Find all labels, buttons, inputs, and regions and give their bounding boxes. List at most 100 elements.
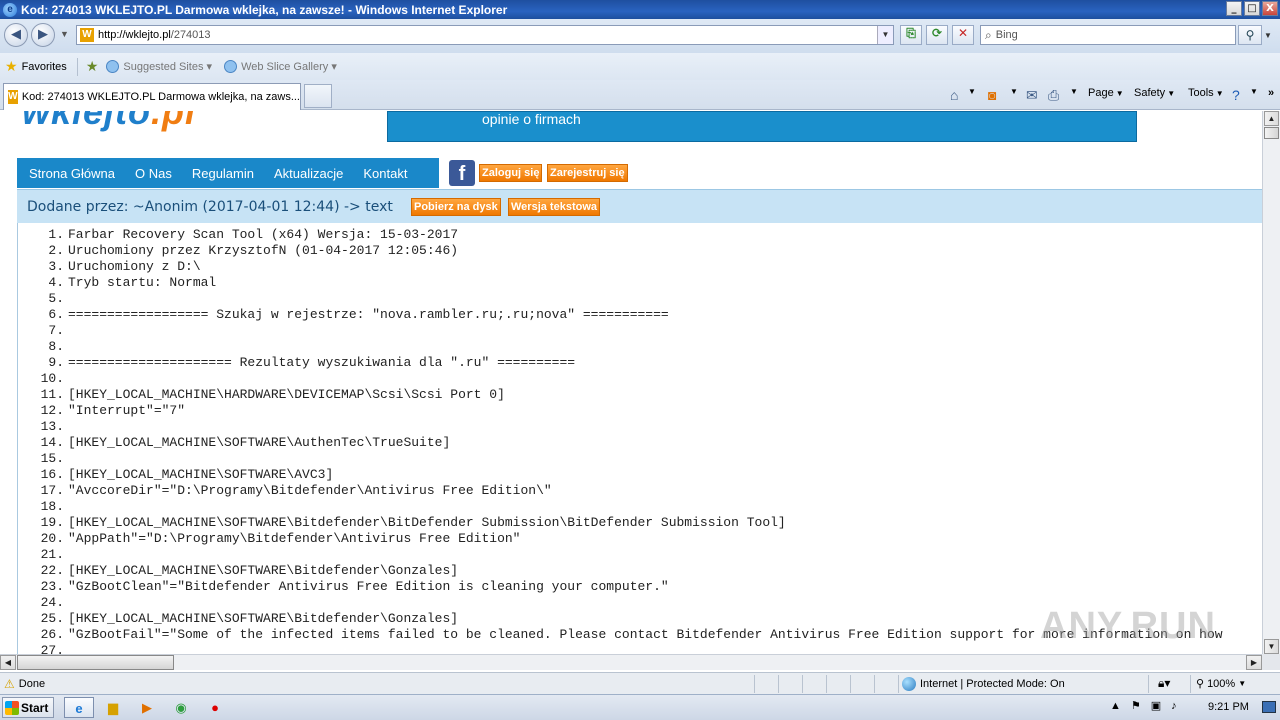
code-line: 25. [HKEY_LOCAL_MACHINE\SOFTWARE\Bitdefen… (18, 611, 458, 627)
safety-menu[interactable]: Safety ▼ (1134, 87, 1175, 99)
line-text (64, 451, 68, 466)
help-dropdown-icon[interactable]: ▼ (1250, 87, 1258, 96)
favorites-button[interactable]: Favorites (22, 61, 67, 73)
nav-home[interactable]: Strona Główna (29, 166, 115, 181)
register-button[interactable]: Zarejestruj się (547, 164, 628, 182)
address-dropdown-icon[interactable]: ▼ (877, 26, 893, 44)
compatibility-view-button[interactable]: ⎘ (900, 25, 922, 45)
line-number: 27. (40, 643, 64, 654)
start-button[interactable]: Start (2, 697, 54, 718)
page-content: wklejto.pl opinie o firmach Strona Główn… (0, 111, 1262, 654)
ad-banner[interactable]: opinie o firmach (387, 111, 1137, 142)
web-slice-gallery-button[interactable]: Web Slice Gallery ▾ (224, 60, 337, 73)
code-line: 19. [HKEY_LOCAL_MACHINE\SOFTWARE\Bitdefen… (18, 515, 786, 531)
suggested-sites-button[interactable]: Suggested Sites ▾ (106, 60, 212, 73)
recent-pages-dropdown-icon[interactable]: ▼ (60, 29, 69, 39)
tray-expand-icon[interactable]: ▲ (1110, 700, 1121, 712)
add-to-favorites-bar-icon[interactable]: ★ (86, 58, 99, 75)
taskbar-ie-icon[interactable]: e (64, 697, 94, 718)
favorites-star-icon[interactable]: ★ (5, 58, 18, 75)
nav-contact[interactable]: Kontakt (363, 166, 407, 181)
scroll-left-arrow-icon[interactable]: ◀ (0, 655, 16, 670)
tray-volume-icon[interactable]: ♪ (1171, 700, 1177, 712)
scroll-up-arrow-icon[interactable]: ▲ (1264, 111, 1279, 126)
zoom-dropdown-icon[interactable]: ▼ (1238, 679, 1246, 688)
search-input[interactable]: ⌕ Bing (980, 25, 1236, 45)
favorites-bar: ★ Favorites ★ Suggested Sites ▾ Web Slic… (0, 53, 1280, 80)
text-version-button[interactable]: Wersja tekstowa (508, 198, 601, 216)
line-text: ===================== Rezultaty wyszukiw… (68, 355, 576, 370)
home-icon[interactable]: ⌂ (950, 87, 958, 103)
url-text[interactable]: http://wklejto.pl/274013 (98, 29, 211, 41)
line-text (64, 595, 68, 610)
line-number: 10. (40, 371, 64, 386)
horizontal-scrollbar[interactable]: ◀ ▶ (0, 654, 1262, 670)
read-mail-icon[interactable]: ✉ (1026, 87, 1038, 104)
horizontal-scroll-thumb[interactable] (17, 655, 174, 670)
taskbar-antivirus-icon[interactable]: ● (200, 697, 230, 718)
bing-search-icon: ⌕ (985, 27, 992, 42)
back-button[interactable]: ◀ (4, 23, 28, 47)
taskbar-media-player-icon[interactable]: ▶ (132, 697, 162, 718)
address-toolbar: ◀ ▶ ▼ W http://wklejto.pl/274013 ▼ ⎘ ⟳ ✕… (0, 19, 1280, 53)
home-dropdown-icon[interactable]: ▼ (968, 87, 976, 96)
line-text (64, 323, 68, 338)
tab-active[interactable]: W Kod: 274013 WKLEJTO.PL Darmowa wklejka… (3, 83, 301, 110)
print-dropdown-icon[interactable]: ▼ (1070, 87, 1078, 96)
feeds-dropdown-icon[interactable]: ▼ (1010, 87, 1018, 96)
taskbar-explorer-icon[interactable]: ▆ (98, 697, 128, 718)
facebook-icon[interactable]: f (449, 160, 475, 186)
nav-updates[interactable]: Aktualizacje (274, 166, 343, 181)
line-number: 4. (48, 275, 64, 290)
vertical-scroll-thumb[interactable] (1264, 127, 1279, 139)
tray-flag-icon[interactable]: ⚑ (1131, 699, 1141, 712)
page-menu[interactable]: Page ▼ (1088, 87, 1124, 99)
protected-mode-lock-icon[interactable]: 🔒︎▾ (1158, 676, 1170, 691)
download-button[interactable]: Pobierz na dysk (411, 198, 501, 216)
refresh-button[interactable]: ⟳ (926, 25, 948, 45)
line-number: 14. (40, 435, 64, 450)
line-number: 13. (40, 419, 64, 434)
tools-menu[interactable]: Tools ▼ (1188, 87, 1224, 99)
line-text (64, 499, 68, 514)
login-button[interactable]: Zaloguj się (479, 164, 543, 182)
line-text: Uruchomiony z D:\ (68, 259, 201, 274)
site-logo[interactable]: wklejto.pl (22, 111, 196, 133)
show-desktop-button[interactable] (1262, 701, 1276, 713)
help-icon[interactable]: ? (1232, 87, 1240, 103)
line-number: 8. (48, 339, 64, 354)
system-tray: ▲ ⚑ ▣ ♪ (1110, 699, 1177, 713)
scroll-right-arrow-icon[interactable]: ▶ (1246, 655, 1262, 670)
print-icon[interactable]: ⎙ (1048, 87, 1059, 104)
security-zone[interactable]: Internet | Protected Mode: On (902, 677, 1065, 691)
more-commands-icon[interactable]: » (1268, 87, 1274, 99)
line-number: 22. (40, 563, 64, 578)
line-text: [HKEY_LOCAL_MACHINE\SOFTWARE\Bitdefender… (68, 611, 459, 626)
address-bar[interactable]: W http://wklejto.pl/274013 ▼ (76, 25, 894, 45)
search-button[interactable]: ⚲ (1238, 25, 1262, 45)
code-line: 15. (18, 451, 68, 467)
feeds-icon[interactable]: ◙ (988, 87, 996, 103)
taskbar-chrome-icon[interactable]: ◉ (166, 697, 196, 718)
vertical-scrollbar[interactable]: ▲ ▼ (1262, 111, 1280, 654)
maximize-button[interactable]: □ (1244, 1, 1260, 16)
line-number: 26. (40, 627, 64, 642)
taskbar-clock[interactable]: 9:21 PM (1208, 701, 1249, 713)
search-options-dropdown-icon[interactable]: ▼ (1264, 31, 1272, 40)
code-line: 22. [HKEY_LOCAL_MACHINE\SOFTWARE\Bitdefen… (18, 563, 458, 579)
tray-network-icon[interactable]: ▣ (1151, 699, 1161, 712)
zoom-level[interactable]: ⚲ 100% ▼ (1196, 677, 1246, 691)
line-number: 2. (48, 243, 64, 258)
code-line: 23. "GzBootClean"="Bitdefender Antivirus … (18, 579, 669, 595)
close-button[interactable]: X (1262, 1, 1278, 16)
minimize-button[interactable]: _ (1226, 1, 1242, 16)
forward-button[interactable]: ▶ (31, 23, 55, 47)
scroll-down-arrow-icon[interactable]: ▼ (1264, 639, 1279, 654)
new-tab-button[interactable] (304, 84, 332, 108)
stop-button[interactable]: ✕ (952, 25, 974, 45)
line-number: 24. (40, 595, 64, 610)
nav-rules[interactable]: Regulamin (192, 166, 254, 181)
code-line: 20. "AppPath"="D:\Programy\Bitdefender\An… (18, 531, 521, 547)
nav-about[interactable]: O Nas (135, 166, 172, 181)
status-bar: ⚠ Done Internet | Protected Mode: On 🔒︎▾… (0, 672, 1280, 694)
